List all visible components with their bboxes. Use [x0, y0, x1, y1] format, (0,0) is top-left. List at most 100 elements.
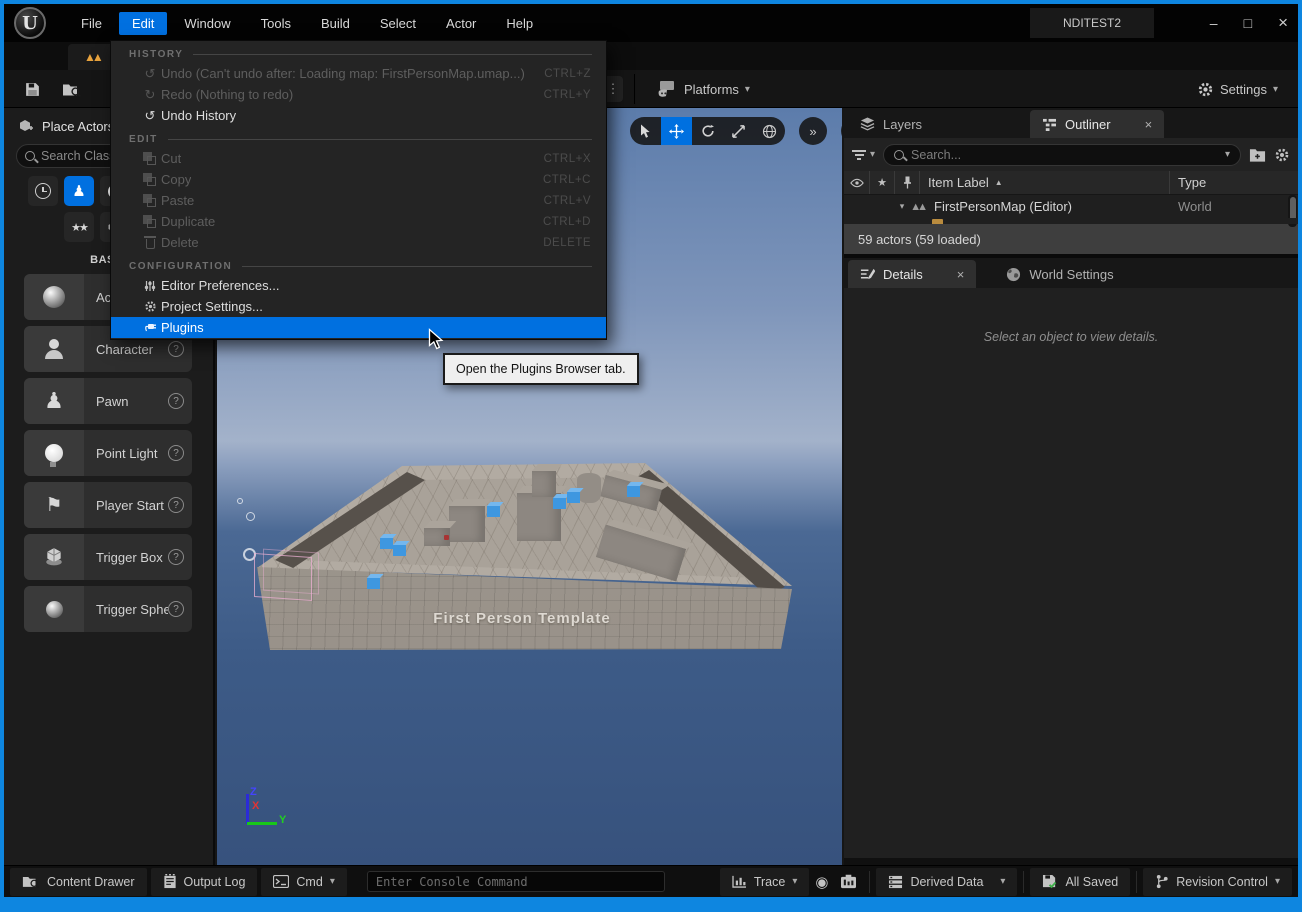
clock-icon — [35, 183, 51, 199]
outliner-search[interactable]: ▾ — [883, 144, 1241, 166]
save-button[interactable] — [18, 76, 47, 102]
details-panel-body: Select an object to view details. — [844, 288, 1298, 858]
details-icon — [860, 267, 875, 281]
category-vfx-button[interactable]: ★★ — [64, 212, 94, 242]
place-actor-item-pawn[interactable]: ♟ Pawn ? — [24, 378, 192, 424]
blue-cube — [567, 492, 580, 503]
folder-search-icon — [22, 874, 40, 889]
trace-button[interactable]: Trace ▾ — [720, 868, 810, 896]
cmd-dropdown-button[interactable]: Cmd ▾ — [261, 868, 346, 896]
menu-tools[interactable]: Tools — [248, 12, 304, 35]
all-saved-button[interactable]: All Saved — [1030, 868, 1130, 896]
camera-icon — [840, 874, 857, 889]
maximize-button[interactable]: □ — [1244, 15, 1252, 31]
visibility-column-header[interactable] — [844, 171, 870, 194]
help-icon[interactable]: ? — [168, 497, 184, 513]
menu-item-paste[interactable]: Paste CTRL+V — [111, 190, 606, 211]
cut-icon — [139, 153, 161, 165]
close-icon[interactable]: × — [957, 267, 965, 282]
place-actor-item-trigger-sphere[interactable]: Trigger Sphere ? — [24, 586, 192, 632]
menu-item-redo[interactable]: ↻ Redo (Nothing to redo) CTRL+Y — [111, 84, 606, 105]
viewport-layout-button[interactable] — [841, 117, 842, 145]
section-label: EDIT — [129, 134, 158, 145]
output-log-button[interactable]: Output Log — [151, 868, 258, 896]
menu-window[interactable]: Window — [171, 12, 243, 35]
trace-chart-icon — [732, 875, 747, 888]
settings-button[interactable]: Settings ▾ — [1191, 76, 1284, 102]
move-tool-button[interactable] — [661, 117, 692, 145]
help-icon[interactable]: ? — [168, 341, 184, 357]
status-bar: Content Drawer Output Log Cmd ▾ Trace ▾ … — [4, 865, 1298, 897]
menu-select[interactable]: Select — [367, 12, 429, 35]
chevron-down-icon: ▾ — [1273, 84, 1278, 95]
menu-actor[interactable]: Actor — [433, 12, 489, 35]
menu-item-editor-preferences[interactable]: Editor Preferences... — [111, 275, 606, 296]
tab-layers[interactable]: Layers — [848, 110, 934, 138]
tab-outliner[interactable]: Outliner × — [1030, 110, 1164, 138]
help-icon[interactable]: ? — [168, 393, 184, 409]
tab-world-settings[interactable]: World Settings — [994, 260, 1125, 288]
console-command-input[interactable] — [367, 871, 665, 892]
menu-build[interactable]: Build — [308, 12, 363, 35]
derived-data-button[interactable]: Derived Data ▾ — [876, 868, 1017, 896]
close-button[interactable]: × — [1278, 13, 1288, 33]
cursor-icon — [640, 124, 652, 139]
place-actor-item-trigger-box[interactable]: Trigger Box ? — [24, 534, 192, 580]
category-recent-button[interactable] — [28, 176, 58, 206]
outliner-search-input[interactable] — [911, 148, 1218, 162]
menu-section-edit: EDIT — [111, 126, 606, 148]
browse-content-button[interactable] — [56, 76, 88, 102]
help-icon[interactable]: ? — [168, 549, 184, 565]
scale-tool-button[interactable] — [723, 117, 754, 145]
minimize-button[interactable]: – — [1210, 15, 1218, 31]
select-tool-button[interactable] — [630, 117, 661, 145]
unreal-editor-window: U File Edit Window Tools Build Select Ac… — [0, 0, 1302, 912]
settings-label: Settings — [1220, 82, 1267, 97]
item-label: Trigger Box — [84, 534, 168, 580]
outliner-row-firstpersonmap[interactable]: ▾ ▲▲ FirstPersonMap (Editor) World — [844, 195, 1298, 218]
world-space-button[interactable] — [754, 117, 785, 145]
add-folder-button[interactable] — [1249, 147, 1266, 162]
expand-arrow-icon[interactable]: ▾ — [900, 201, 905, 212]
type-column-header[interactable]: Type — [1170, 171, 1298, 194]
screenshot-button[interactable] — [834, 868, 863, 896]
tab-label: World Settings — [1029, 267, 1113, 282]
content-drawer-button[interactable]: Content Drawer — [10, 868, 147, 896]
help-icon[interactable]: ? — [168, 445, 184, 461]
menu-help[interactable]: Help — [493, 12, 546, 35]
insights-record-icon[interactable]: ◉ — [815, 873, 828, 891]
point-light-icon — [24, 430, 84, 476]
tab-details[interactable]: Details × — [848, 260, 976, 288]
menu-item-undo[interactable]: ↺ Undo (Can't undo after: Loading map: F… — [111, 63, 606, 84]
menu-item-undo-history[interactable]: ↺ Undo History — [111, 105, 606, 126]
derived-data-label: Derived Data — [910, 875, 983, 889]
menu-item-plugins[interactable]: Plugins — [111, 317, 606, 338]
place-actor-item-player-start[interactable]: ⚑ Player Start ? — [24, 482, 192, 528]
close-icon[interactable]: × — [1145, 117, 1153, 132]
filter-button[interactable]: ▾ — [852, 149, 875, 160]
expand-toolbar-button[interactable]: » — [799, 117, 827, 145]
menu-item-project-settings[interactable]: Project Settings... — [111, 296, 606, 317]
menu-file[interactable]: File — [68, 12, 115, 35]
menu-item-duplicate[interactable]: Duplicate CTRL+D — [111, 211, 606, 232]
pin-column-header[interactable] — [895, 171, 920, 194]
place-actor-item-point-light[interactable]: Point Light ? — [24, 430, 192, 476]
help-icon[interactable]: ? — [168, 601, 184, 617]
item-label-column-header[interactable]: Item Label ▲ — [920, 171, 1170, 194]
menu-item-cut[interactable]: Cut CTRL+X — [111, 148, 606, 169]
menu-item-delete[interactable]: Delete DELETE — [111, 232, 606, 253]
viewport-template-text: First Person Template — [372, 610, 672, 627]
branch-icon — [1155, 874, 1169, 889]
menu-item-copy[interactable]: Copy CTRL+C — [111, 169, 606, 190]
axis-z-label: Z — [250, 786, 257, 798]
outliner-settings-button[interactable] — [1274, 147, 1290, 163]
menu-edit[interactable]: Edit — [119, 12, 167, 35]
platforms-button[interactable]: Platforms ▾ — [650, 76, 756, 102]
rotate-tool-button[interactable] — [692, 117, 723, 145]
main-menu-bar: File Edit Window Tools Build Select Acto… — [68, 12, 546, 35]
tab-label: Details — [883, 267, 923, 282]
favorite-column-header[interactable]: ★ — [870, 171, 895, 194]
category-basic-button[interactable]: ♟ — [64, 176, 94, 206]
unreal-logo-icon: U — [14, 7, 46, 39]
revision-control-button[interactable]: Revision Control ▾ — [1143, 868, 1292, 896]
